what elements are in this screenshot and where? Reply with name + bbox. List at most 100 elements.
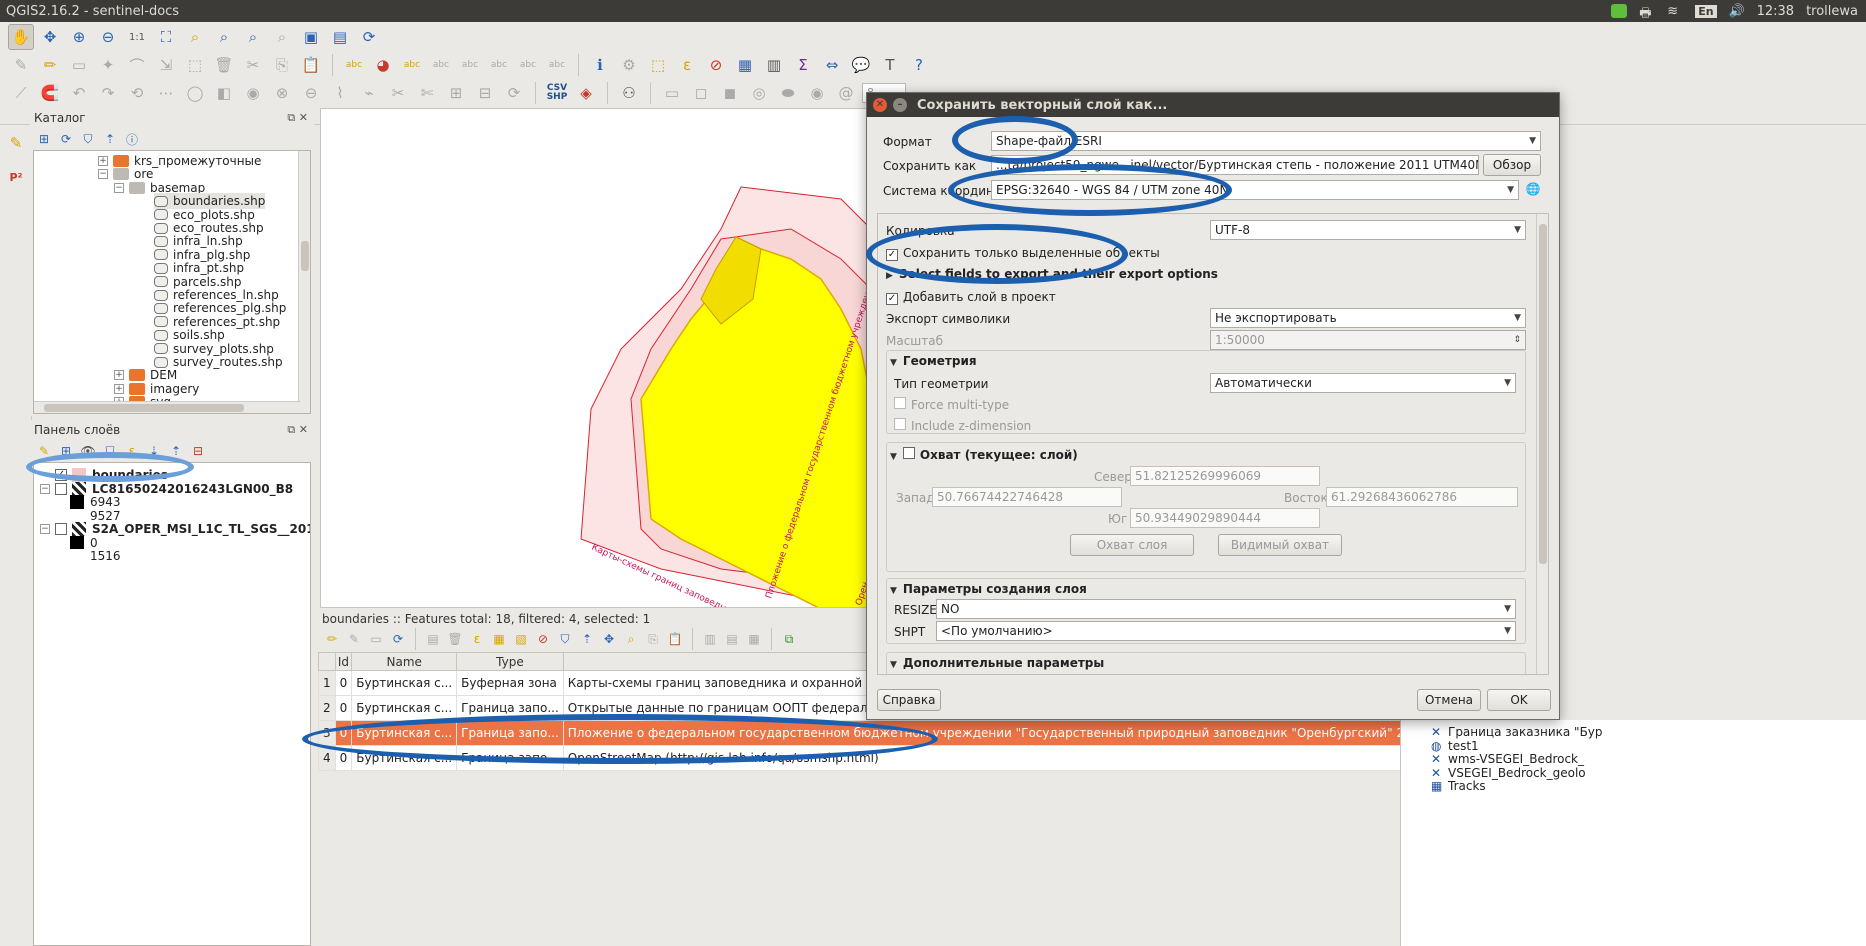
label-toolbar-icon[interactable]: abc xyxy=(341,52,367,78)
add-delimited-text-icon[interactable]: CSV SHP xyxy=(544,80,570,106)
catalog-tree[interactable]: + krs_промежуточные − ore − basemap boundaries… xyxy=(33,150,311,414)
row-number[interactable]: 1 xyxy=(318,670,336,696)
minimize-icon[interactable]: – xyxy=(893,98,907,112)
select-by-expression-icon[interactable]: ε xyxy=(674,52,700,78)
spiral-icon[interactable]: @ xyxy=(833,80,859,106)
toggle-editing-icon[interactable]: ✏ xyxy=(37,52,63,78)
catalog-hscrollbar[interactable] xyxy=(34,401,300,413)
split-features-icon[interactable]: ✂ xyxy=(385,80,411,106)
delete-ring-icon[interactable]: ⊗ xyxy=(269,80,295,106)
new-field-icon[interactable]: ▥ xyxy=(700,629,720,649)
measure-icon[interactable]: ⇔ xyxy=(819,52,845,78)
rotate-label-icon[interactable]: abc xyxy=(515,52,541,78)
close-icon[interactable]: ✕ xyxy=(873,98,887,112)
layer-visibility-checkbox[interactable] xyxy=(55,523,67,535)
add-layer-icon[interactable]: ⊞ xyxy=(34,129,54,149)
select-expression-icon[interactable]: ε xyxy=(467,629,487,649)
undo-icon[interactable]: ↶ xyxy=(66,80,92,106)
panel-float-close-icon[interactable]: ⧉ ✕ xyxy=(287,423,308,437)
add-feature-icon[interactable]: ▤ xyxy=(423,629,443,649)
pan-to-selected-icon[interactable]: ✥ xyxy=(599,629,619,649)
reshape-icon[interactable]: ⌇ xyxy=(327,80,353,106)
vertex-move-icon[interactable]: ◼ xyxy=(717,80,743,106)
refresh-icon[interactable]: ⟳ xyxy=(356,24,382,50)
snapping-icon[interactable]: 🧲 xyxy=(37,80,63,106)
shpt-combo[interactable]: <По умолчанию> ▼ xyxy=(936,621,1516,641)
merge-features-icon[interactable]: ⊞ xyxy=(443,80,469,106)
filter-icon[interactable]: ⛉ xyxy=(78,129,98,149)
extent-header[interactable]: ▼ Охват (текущее: слой) xyxy=(890,447,1078,462)
save-icon[interactable]: ▭ xyxy=(366,629,386,649)
layer-visibility-checkbox[interactable] xyxy=(55,483,67,495)
statistical-summary-icon[interactable]: ▥ xyxy=(761,52,787,78)
layer-extent-button[interactable]: Охват слоя xyxy=(1070,534,1194,556)
add-feature-icon[interactable]: ✦ xyxy=(95,52,121,78)
deselect-all-icon[interactable]: ⊘ xyxy=(703,52,729,78)
circle-tool-icon[interactable]: ◎ xyxy=(746,80,772,106)
right-panel-item[interactable]: ▦ Tracks xyxy=(1431,778,1486,794)
toggle-edit-icon[interactable]: ✏ xyxy=(322,629,342,649)
zoom-last-icon[interactable]: ⌕ xyxy=(240,24,266,50)
add-to-project-checkbox[interactable]: ✓ xyxy=(886,293,898,305)
zoom-full-icon[interactable]: ⛶ xyxy=(153,24,179,50)
collapse-icon[interactable]: − xyxy=(40,524,50,534)
vertex-add-icon[interactable]: ◻ xyxy=(688,80,714,106)
paste-rows-icon[interactable]: 📋 xyxy=(665,629,685,649)
add-to-project-row[interactable]: ✓ Добавить слой в проект xyxy=(886,290,1056,305)
east-input[interactable]: 61.29268436062786 xyxy=(1326,487,1518,507)
rotate-feature-icon[interactable]: ⟲ xyxy=(124,80,150,106)
clock[interactable]: 12:38 xyxy=(1757,4,1794,19)
geometry-header[interactable]: ▼ Геометрия xyxy=(890,354,977,368)
run-action-icon[interactable]: ⚙ xyxy=(616,52,642,78)
cell-name[interactable]: Буртинская с... xyxy=(351,695,458,721)
current-edits-icon[interactable]: ✎ xyxy=(8,52,34,78)
expand-icon[interactable]: + xyxy=(114,383,124,394)
open-attribute-table-icon[interactable]: ▦ xyxy=(732,52,758,78)
georeferencer-icon[interactable]: ◈ xyxy=(573,80,599,106)
column-header-type[interactable]: Type xyxy=(456,652,564,671)
binoculars-icon[interactable]: ⚇ xyxy=(616,80,642,106)
include-z-checkbox[interactable] xyxy=(894,418,906,430)
delete-selected-icon[interactable]: 🗑 xyxy=(211,52,237,78)
cancel-button[interactable]: Отмена xyxy=(1417,689,1481,711)
cell-name[interactable]: Буртинская с... xyxy=(351,670,458,696)
extent-checkbox[interactable] xyxy=(902,447,915,459)
expand-icon[interactable]: + xyxy=(98,156,108,166)
cut-features-icon[interactable]: ✂ xyxy=(240,52,266,78)
ellipse-tool-icon[interactable]: ⬬ xyxy=(775,80,801,106)
cell-id[interactable]: 0 xyxy=(334,695,353,721)
add-part-icon[interactable]: ◧ xyxy=(211,80,237,106)
rotate-symbols-icon[interactable]: ⟳ xyxy=(501,80,527,106)
digitizing-icon[interactable]: ⟋ xyxy=(8,80,34,106)
west-input[interactable]: 50.76674422746428 xyxy=(932,487,1122,507)
pan-icon[interactable]: ✋ xyxy=(8,24,34,50)
zoom-next-icon[interactable]: ⌕ xyxy=(269,24,295,50)
show-hide-labels-icon[interactable]: abc xyxy=(457,52,483,78)
select-crs-icon[interactable]: 🌐 xyxy=(1523,179,1543,199)
layers-tree[interactable]: ✓ boundaries − LC81650242016243LGN00_B8 6943… xyxy=(33,462,311,946)
reload-icon[interactable]: ⟳ xyxy=(388,629,408,649)
split-parts-icon[interactable]: ✄ xyxy=(414,80,440,106)
add-ring-icon[interactable]: ◯ xyxy=(182,80,208,106)
include-z-row[interactable]: Include z-dimension xyxy=(894,418,1031,433)
node-tool-icon[interactable]: ⬚ xyxy=(182,52,208,78)
p2-icon[interactable]: P² xyxy=(3,164,29,190)
skype-icon[interactable] xyxy=(1611,4,1628,18)
change-label-icon[interactable]: abc xyxy=(544,52,570,78)
offset-curve-icon[interactable]: ⌁ xyxy=(356,80,382,106)
volume-icon[interactable]: 🔊 xyxy=(1729,4,1745,19)
expand-icon[interactable]: + xyxy=(114,370,124,381)
move-label-icon[interactable]: abc xyxy=(486,52,512,78)
dock-toggle-icon[interactable]: ⧉ xyxy=(779,629,799,649)
fill-ring-icon[interactable]: ◉ xyxy=(240,80,266,106)
column-header-name[interactable]: Name xyxy=(351,652,458,671)
diagram-icon[interactable]: ◕ xyxy=(370,52,396,78)
resize-combo[interactable]: NO ▼ xyxy=(936,599,1516,619)
multi-edit-icon[interactable]: ✎ xyxy=(344,629,364,649)
invert-selection-icon[interactable]: ▧ xyxy=(511,629,531,649)
circle-center-icon[interactable]: ◉ xyxy=(804,80,830,106)
merge-attributes-icon[interactable]: ⊟ xyxy=(472,80,498,106)
cell-type[interactable]: Буферная зона xyxy=(456,670,564,696)
encoding-combo[interactable]: UTF-8 ▼ xyxy=(1210,220,1526,240)
force-multi-checkbox[interactable] xyxy=(894,397,906,409)
